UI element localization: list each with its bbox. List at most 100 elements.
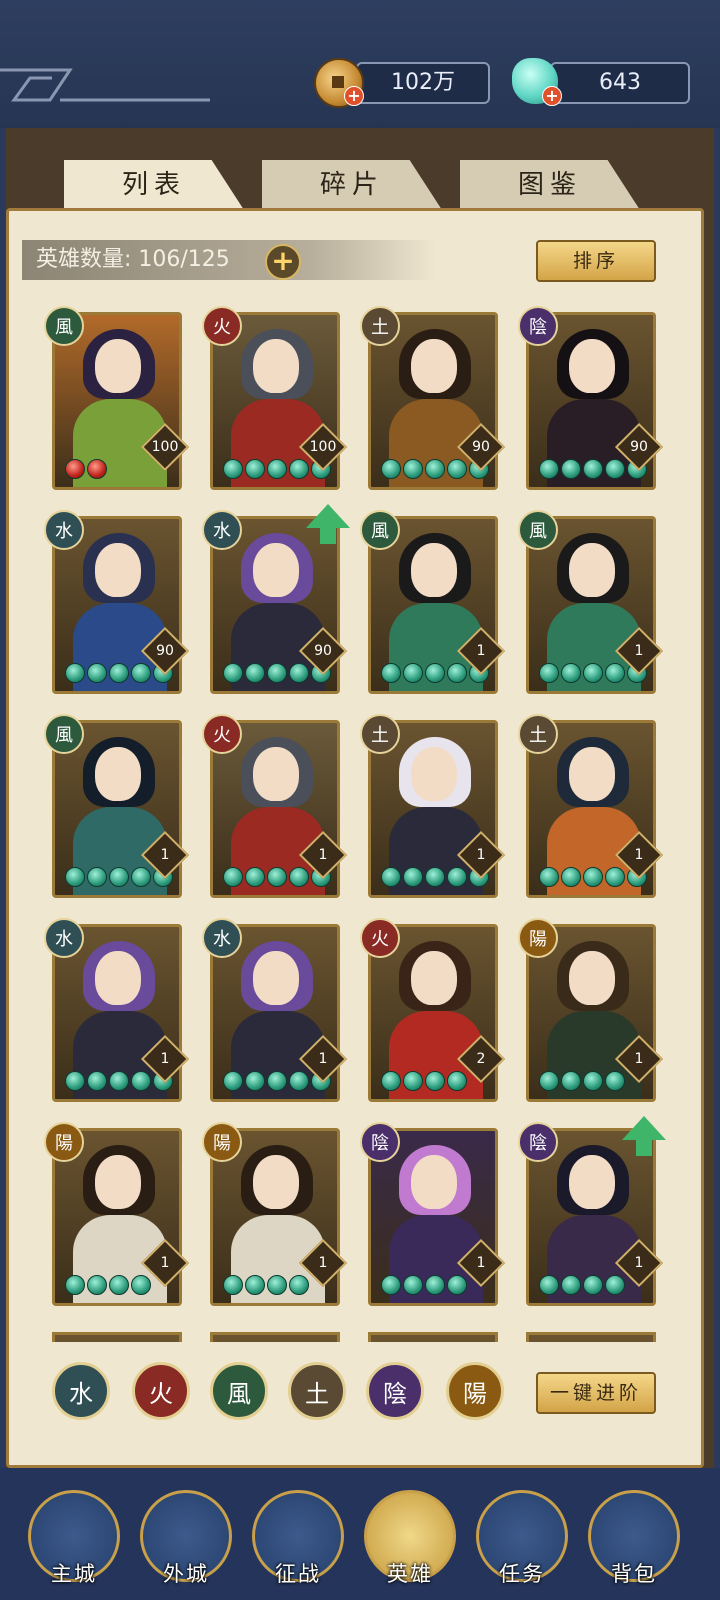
- star-bead-icon: [539, 867, 559, 887]
- star-bead-icon: [605, 1275, 625, 1295]
- coin-value: 102万: [391, 70, 455, 95]
- nav-label[interactable]: 英雄: [355, 1558, 465, 1588]
- hero-level: 90: [472, 439, 490, 455]
- star-bead-icon: [65, 663, 85, 683]
- hero-face: [253, 339, 299, 393]
- star-bead-icon: [381, 867, 401, 887]
- element-water-icon: 水: [202, 918, 242, 958]
- filter-wind-button[interactable]: 風: [210, 1362, 268, 1420]
- star-bead-icon: [403, 1275, 423, 1295]
- element-yang-icon: 陽: [518, 918, 558, 958]
- star-bead-icon: [289, 1071, 309, 1091]
- nav-label[interactable]: 任务: [467, 1558, 577, 1588]
- star-bead-icon: [425, 867, 445, 887]
- star-bead-icon: [109, 1275, 129, 1295]
- hero-face: [95, 543, 141, 597]
- star-bead-icon: [223, 459, 243, 479]
- star-bead-icon: [539, 459, 559, 479]
- star-beads: [381, 1071, 467, 1093]
- star-bead-icon: [289, 867, 309, 887]
- star-bead-icon: [131, 1071, 151, 1091]
- element-yin-icon: 陰: [518, 1122, 558, 1162]
- star-bead-icon: [267, 867, 287, 887]
- hero-level: 1: [160, 1255, 170, 1271]
- filter-earth-button[interactable]: 土: [288, 1362, 346, 1420]
- star-bead-icon: [245, 867, 265, 887]
- filter-yin-button[interactable]: 陰: [366, 1362, 424, 1420]
- star-bead-icon: [245, 459, 265, 479]
- star-bead-icon: [109, 1071, 129, 1091]
- filter-yang-button[interactable]: 陽: [446, 1362, 504, 1420]
- star-bead-icon: [131, 867, 151, 887]
- star-bead-icon: [245, 663, 265, 683]
- hero-face: [411, 747, 457, 801]
- add-coins-icon[interactable]: +: [344, 86, 364, 106]
- filter-fire-button[interactable]: 火: [132, 1362, 190, 1420]
- one-click-advance-button[interactable]: 一键进阶: [536, 1372, 656, 1414]
- hero-face: [569, 543, 615, 597]
- star-beads: [65, 1275, 151, 1297]
- star-bead-icon: [87, 1275, 107, 1295]
- element-yang-icon: 陽: [44, 1122, 84, 1162]
- hero-face: [411, 1155, 457, 1209]
- star-bead-icon: [583, 867, 603, 887]
- element-earth-icon: 土: [518, 714, 558, 754]
- star-bead-icon: [605, 459, 625, 479]
- star-bead-icon: [447, 1275, 467, 1295]
- hero-count-label: 英雄数量: 106/125: [36, 247, 230, 272]
- sort-button[interactable]: 排序: [536, 240, 656, 282]
- nav-label[interactable]: 外城: [131, 1558, 241, 1588]
- hero-card-partial: [210, 1332, 340, 1342]
- star-bead-icon: [87, 1071, 107, 1091]
- star-bead-icon: [539, 663, 559, 683]
- star-bead-icon: [267, 1071, 287, 1091]
- nav-label[interactable]: 征战: [243, 1558, 353, 1588]
- star-bead-icon: [447, 867, 467, 887]
- hero-level: 100: [309, 439, 337, 455]
- upgrade-arrow-icon: [622, 1116, 666, 1140]
- star-bead-icon: [109, 663, 129, 683]
- star-bead-icon: [381, 459, 401, 479]
- star-bead-icon: [381, 1275, 401, 1295]
- star-bead-icon: [267, 459, 287, 479]
- hero-face: [95, 951, 141, 1005]
- hero-level: 1: [160, 1051, 170, 1067]
- star-bead-icon: [65, 1275, 85, 1295]
- upgrade-arrow-icon: [306, 504, 350, 528]
- star-bead-icon: [583, 1071, 603, 1091]
- star-beads: [223, 1275, 309, 1297]
- star-bead-icon: [561, 1275, 581, 1295]
- star-bead-icon: [605, 867, 625, 887]
- expand-hero-slots-icon[interactable]: +: [265, 244, 301, 280]
- add-jade-icon[interactable]: +: [542, 86, 562, 106]
- star-bead-icon: [403, 663, 423, 683]
- element-yang-icon: 陽: [202, 1122, 242, 1162]
- element-yin-icon: 陰: [518, 306, 558, 346]
- star-bead-icon: [245, 1071, 265, 1091]
- hero-level: 1: [634, 1051, 644, 1067]
- star-bead-icon: [605, 1071, 625, 1091]
- star-bead-icon: [223, 867, 243, 887]
- star-bead-icon: [245, 1275, 265, 1295]
- star-bead-icon: [65, 459, 85, 479]
- star-bead-icon: [65, 1071, 85, 1091]
- hero-level: 90: [630, 439, 648, 455]
- element-yin-icon: 陰: [360, 1122, 400, 1162]
- star-bead-icon: [425, 1275, 445, 1295]
- hero-face: [253, 951, 299, 1005]
- element-earth-icon: 土: [360, 306, 400, 346]
- cloud-pattern-icon: [0, 68, 210, 102]
- hero-face: [95, 1155, 141, 1209]
- nav-label[interactable]: 背包: [579, 1558, 689, 1588]
- filter-water-button[interactable]: 水: [52, 1362, 110, 1420]
- hero-face: [569, 339, 615, 393]
- star-bead-icon: [109, 867, 129, 887]
- hero-level: 1: [318, 1051, 328, 1067]
- hero-face: [569, 1155, 615, 1209]
- hero-face: [569, 951, 615, 1005]
- hero-face: [253, 543, 299, 597]
- hero-level: 1: [634, 643, 644, 659]
- hero-level: 1: [160, 847, 170, 863]
- star-bead-icon: [289, 1275, 309, 1295]
- nav-label[interactable]: 主城: [19, 1558, 129, 1588]
